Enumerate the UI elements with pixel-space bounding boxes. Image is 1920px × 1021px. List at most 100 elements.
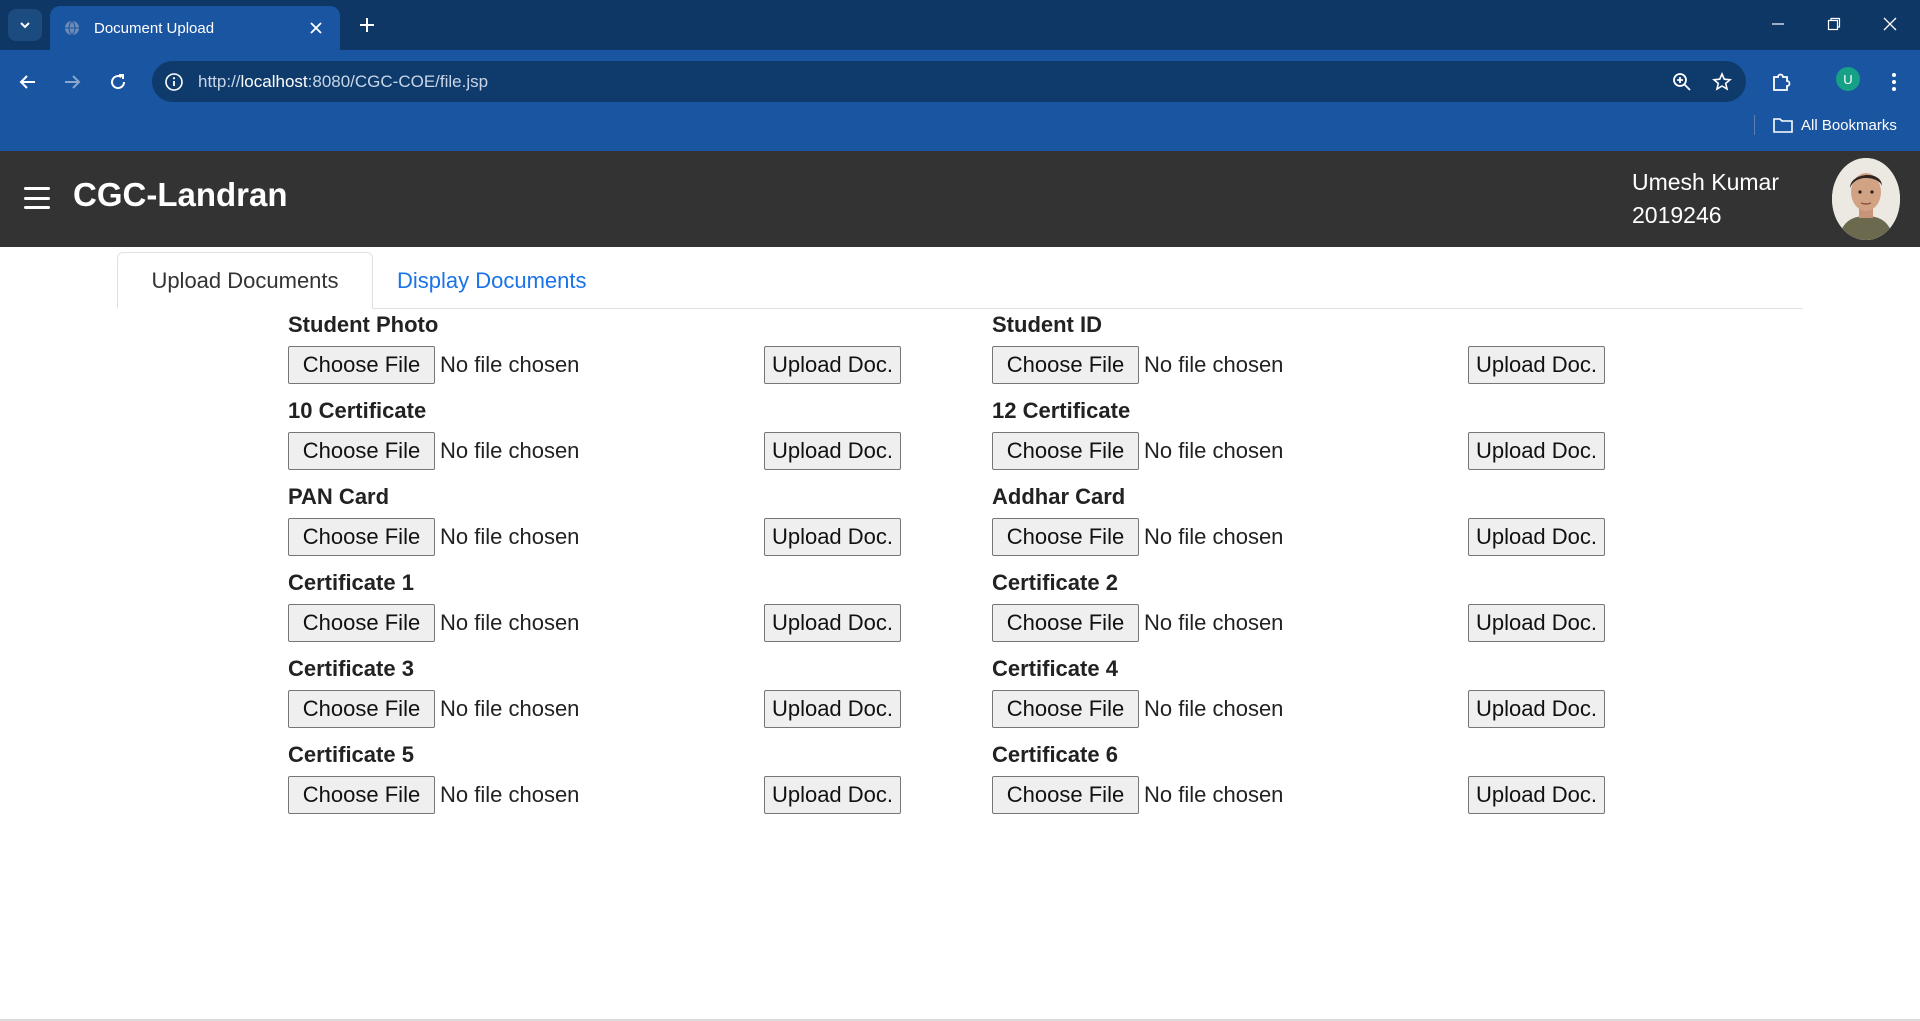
choose-file-button[interactable]: Choose File xyxy=(288,518,435,556)
choose-file-button[interactable]: Choose File xyxy=(992,690,1139,728)
tab-upload-documents[interactable]: Upload Documents xyxy=(117,252,373,309)
info-icon[interactable] xyxy=(164,72,184,92)
doc-label: Certificate 2 xyxy=(992,570,1118,595)
upload-doc-button[interactable]: Upload Doc. xyxy=(1468,346,1605,384)
choose-file-button[interactable]: Choose File xyxy=(992,432,1139,470)
upload-doc-button[interactable]: Upload Doc. xyxy=(1468,604,1605,642)
upload-doc-button[interactable]: Upload Doc. xyxy=(1468,518,1605,556)
avatar[interactable] xyxy=(1832,158,1900,240)
browser-toolbar: http://localhost:8080/CGC-COE/file.jsp xyxy=(0,50,1920,158)
arrow-left-icon xyxy=(19,75,35,89)
doc-label: Certificate 1 xyxy=(288,570,414,595)
url-host: localhost xyxy=(240,71,308,91)
choose-file-button[interactable]: Choose File xyxy=(992,346,1139,384)
all-bookmarks[interactable]: All Bookmarks xyxy=(1754,112,1897,138)
url-prefix: http:// xyxy=(198,71,241,91)
restore-icon xyxy=(1827,17,1841,31)
user-id: 2019246 xyxy=(1632,202,1722,228)
reload-button[interactable] xyxy=(100,64,136,100)
bookmarks-label: All Bookmarks xyxy=(1801,116,1897,134)
minimize-icon xyxy=(1772,23,1784,25)
doc-certificate-3: Certificate 3 Choose File No file chosen… xyxy=(288,652,908,738)
upload-doc-button[interactable]: Upload Doc. xyxy=(764,432,901,470)
doc-12-certificate: 12 Certificate Choose File No file chose… xyxy=(992,394,1612,480)
doc-label: PAN Card xyxy=(288,484,390,509)
choose-file-button[interactable]: Choose File xyxy=(992,604,1139,642)
doc-label: 10 Certificate xyxy=(288,398,427,423)
plus-icon xyxy=(360,18,374,32)
upload-doc-button[interactable]: Upload Doc. xyxy=(1468,690,1605,728)
close-window-button[interactable] xyxy=(1862,0,1918,48)
choose-file-button[interactable]: Choose File xyxy=(288,346,435,384)
browser-tab-strip: Document Upload xyxy=(0,0,1920,50)
upload-doc-button[interactable]: Upload Doc. xyxy=(764,604,901,642)
doc-certificate-6: Certificate 6 Choose File No file chosen… xyxy=(992,738,1612,824)
star-icon[interactable] xyxy=(1706,66,1738,98)
file-status: No file chosen xyxy=(1144,524,1284,549)
upload-doc-button[interactable]: Upload Doc. xyxy=(764,690,901,728)
puzzle-icon xyxy=(1773,73,1791,91)
doc-certificate-5: Certificate 5 Choose File No file chosen… xyxy=(288,738,908,824)
url-text[interactable]: http://localhost:8080/CGC-COE/file.jsp xyxy=(198,72,1666,92)
reload-icon xyxy=(111,74,126,90)
upload-doc-button[interactable]: Upload Doc. xyxy=(764,518,901,556)
choose-file-button[interactable]: Choose File xyxy=(992,518,1139,556)
file-status: No file chosen xyxy=(440,696,580,721)
upload-doc-button[interactable]: Upload Doc. xyxy=(1468,776,1605,814)
file-status: No file chosen xyxy=(440,524,580,549)
tab-display-documents[interactable]: Display Documents xyxy=(375,252,609,309)
chevron-down-icon xyxy=(20,22,30,29)
file-status: No file chosen xyxy=(1144,782,1284,807)
choose-file-button[interactable]: Choose File xyxy=(288,776,435,814)
menu-button[interactable] xyxy=(1876,64,1912,100)
doc-student-photo: Student Photo Choose File No file chosen… xyxy=(288,308,908,394)
minimize-button[interactable] xyxy=(1750,0,1806,48)
doc-certificate-2: Certificate 2 Choose File No file chosen… xyxy=(992,566,1612,652)
url-path: :8080/CGC-COE/file.jsp xyxy=(307,71,489,91)
file-status: No file chosen xyxy=(440,782,580,807)
brand-title[interactable]: CGC-Landran xyxy=(73,176,288,214)
bookmarks-separator xyxy=(1754,115,1755,135)
choose-file-button[interactable]: Choose File xyxy=(288,432,435,470)
file-status: No file chosen xyxy=(1144,352,1284,377)
doc-student-id: Student ID Choose File No file chosen Up… xyxy=(992,308,1612,394)
zoom-icon[interactable] xyxy=(1666,66,1698,98)
close-icon[interactable] xyxy=(306,18,326,38)
file-status: No file chosen xyxy=(1144,696,1284,721)
back-button[interactable] xyxy=(10,64,46,100)
doc-label: Certificate 3 xyxy=(288,656,414,681)
restore-button[interactable] xyxy=(1806,0,1862,48)
app-header: CGC-Landran Umesh Kumar 2019246 xyxy=(0,151,1920,247)
choose-file-button[interactable]: Choose File xyxy=(288,604,435,642)
new-tab-button[interactable] xyxy=(352,10,382,40)
address-bar[interactable]: http://localhost:8080/CGC-COE/file.jsp xyxy=(152,61,1746,102)
folder-icon xyxy=(1773,118,1793,133)
arrow-right-icon xyxy=(65,75,81,89)
file-status: No file chosen xyxy=(1144,438,1284,463)
choose-file-button[interactable]: Choose File xyxy=(288,690,435,728)
upload-doc-button[interactable]: Upload Doc. xyxy=(764,346,901,384)
doc-label: Addhar Card xyxy=(992,484,1126,509)
choose-file-button[interactable]: Choose File xyxy=(992,776,1139,814)
doc-label: 12 Certificate xyxy=(992,398,1131,423)
file-status: No file chosen xyxy=(440,438,580,463)
user-name: Umesh Kumar xyxy=(1632,169,1779,195)
doc-certificate-1: Certificate 1 Choose File No file chosen… xyxy=(288,566,908,652)
file-status: No file chosen xyxy=(440,352,580,377)
tab-search-button[interactable] xyxy=(8,9,42,41)
doc-10-certificate: 10 Certificate Choose File No file chose… xyxy=(288,394,908,480)
upload-doc-button[interactable]: Upload Doc. xyxy=(1468,432,1605,470)
forward-button[interactable] xyxy=(54,64,90,100)
file-status: No file chosen xyxy=(440,610,580,635)
upload-doc-button[interactable]: Upload Doc. xyxy=(764,776,901,814)
browser-tab-active[interactable]: Document Upload xyxy=(50,6,340,50)
hamburger-menu-icon[interactable] xyxy=(24,187,50,209)
close-icon xyxy=(1883,17,1897,31)
user-photo xyxy=(1832,158,1900,240)
extensions-button[interactable] xyxy=(1763,64,1799,100)
profile-avatar[interactable]: U xyxy=(1836,67,1860,91)
document-tabs: Upload Documents Display Documents xyxy=(117,252,1803,309)
globe-icon xyxy=(65,20,79,36)
doc-label: Certificate 5 xyxy=(288,742,414,767)
doc-label: Certificate 6 xyxy=(992,742,1118,767)
